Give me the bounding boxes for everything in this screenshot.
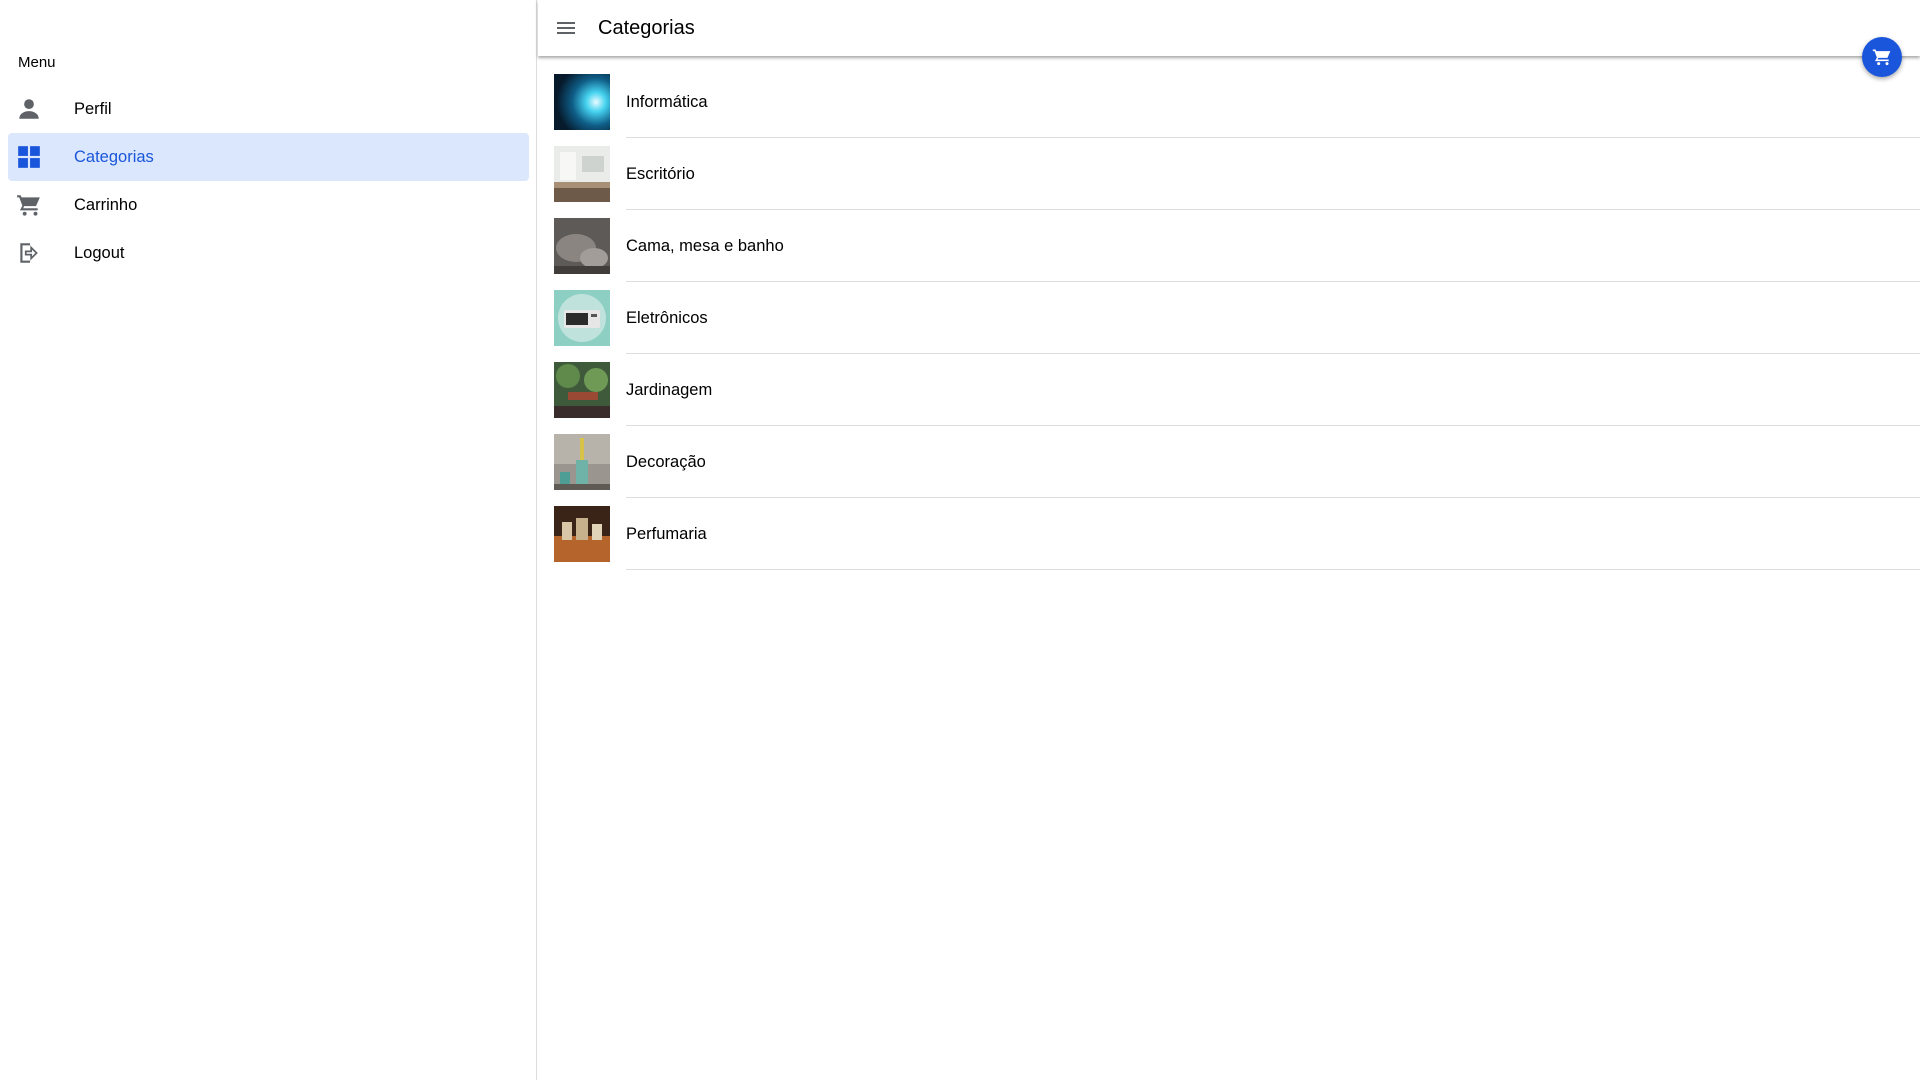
category-item-decoracao[interactable]: Decoração (538, 426, 1920, 498)
category-thumbnail (554, 74, 610, 130)
category-thumbnail (554, 506, 610, 562)
category-label: Escritório (626, 164, 695, 183)
category-item-perfumaria[interactable]: Perfumaria (538, 498, 1920, 570)
category-list: Informática Escritório Cama, mesa e banh… (538, 66, 1920, 570)
menu-item-categorias[interactable]: Categorias (8, 133, 529, 181)
category-item-informatica[interactable]: Informática (538, 66, 1920, 138)
main-content: Categorias Informática Escritório Cama, … (538, 0, 1920, 1080)
menu-item-perfil[interactable]: Perfil (8, 85, 529, 133)
category-item-eletronicos[interactable]: Eletrônicos (538, 282, 1920, 354)
category-label: Informática (626, 92, 708, 111)
category-label: Cama, mesa e banho (626, 236, 784, 255)
category-thumbnail (554, 290, 610, 346)
cart-icon (16, 192, 42, 218)
menu-item-label: Perfil (74, 99, 112, 118)
menu-item-label: Logout (74, 243, 125, 262)
category-thumbnail (554, 146, 610, 202)
menu-list: Perfil Categorias Carrinho Logout (8, 85, 529, 277)
grid-icon (16, 144, 42, 170)
category-label: Jardinagem (626, 380, 713, 399)
category-label: Eletrônicos (626, 308, 708, 327)
menu-item-label: Categorias (74, 147, 154, 166)
cart-fab-button[interactable] (1862, 37, 1902, 77)
menu-item-logout[interactable]: Logout (8, 229, 529, 277)
category-thumbnail (554, 218, 610, 274)
app: Menu Perfil Categorias Carrinho Logout C… (0, 0, 1920, 1080)
category-item-escritorio[interactable]: Escritório (538, 138, 1920, 210)
category-thumbnail (554, 362, 610, 418)
category-item-cama-mesa-banho[interactable]: Cama, mesa e banho (538, 210, 1920, 282)
category-label: Decoração (626, 452, 706, 471)
page-title: Categorias (598, 17, 695, 39)
category-thumbnail (554, 434, 610, 490)
category-label: Perfumaria (626, 524, 707, 543)
cart-icon (1872, 47, 1892, 67)
menu-header: Menu (18, 54, 56, 71)
logout-icon (16, 240, 42, 266)
hamburger-menu-icon[interactable] (554, 16, 578, 40)
side-menu: Menu Perfil Categorias Carrinho Logout (0, 0, 537, 1080)
menu-item-carrinho[interactable]: Carrinho (8, 181, 529, 229)
person-icon (16, 96, 42, 122)
toolbar: Categorias (538, 0, 1920, 56)
category-item-jardinagem[interactable]: Jardinagem (538, 354, 1920, 426)
menu-item-label: Carrinho (74, 195, 138, 214)
